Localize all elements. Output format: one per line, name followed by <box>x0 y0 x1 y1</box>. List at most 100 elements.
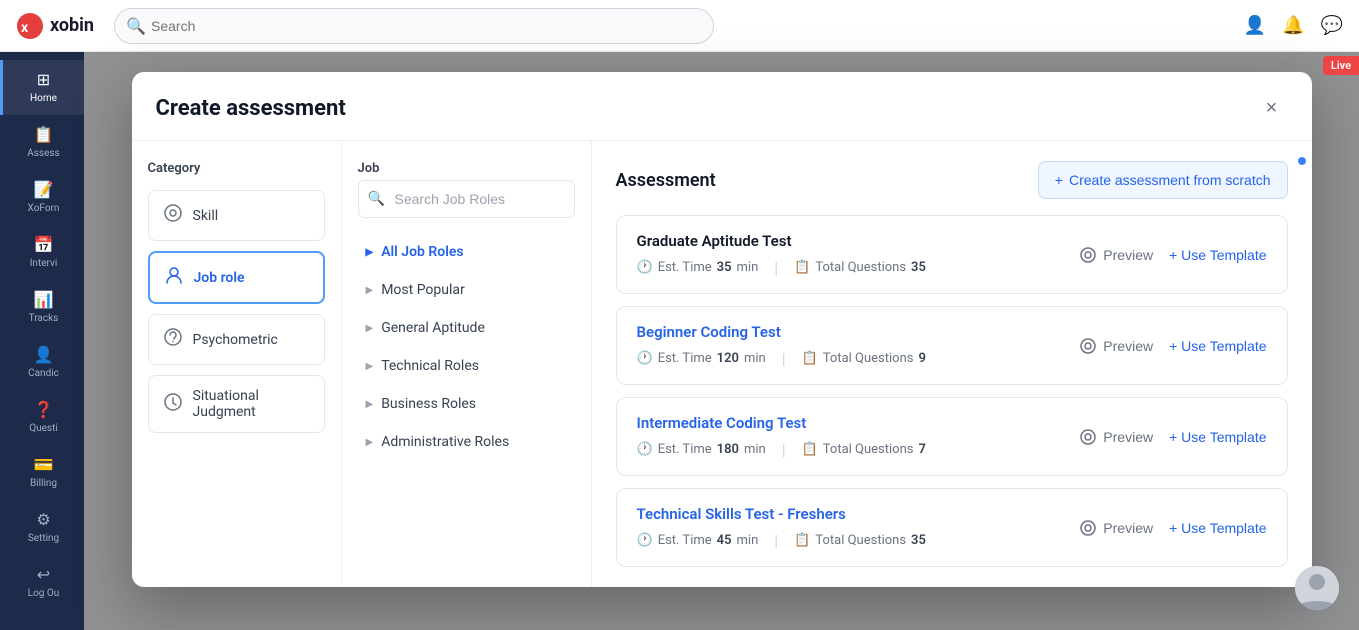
category-skill[interactable]: Skill <box>148 190 325 241</box>
questions-icon: 📋 <box>794 260 810 275</box>
questions-value-beginner: 9 <box>918 351 925 366</box>
chat-icon[interactable]: 💬 <box>1321 15 1343 36</box>
setting-icon: ⚙ <box>36 510 50 529</box>
sidebar-label-questi: Questi <box>29 423 58 435</box>
sidebar-item-xoform[interactable]: 📝 XoForn <box>0 170 84 225</box>
sidebar-item-questi[interactable]: ❓ Questi <box>0 390 84 445</box>
questions-icon-freshers: 📋 <box>794 533 810 548</box>
preview-icon-freshers <box>1079 519 1097 537</box>
situational-icon <box>163 392 183 417</box>
preview-icon <box>1079 246 1097 264</box>
sidebar-item-setting[interactable]: ⚙ Setting <box>0 500 84 555</box>
use-template-button-intermediate[interactable]: + Use Template <box>1169 429 1266 445</box>
questions-icon-beginner: 📋 <box>802 351 818 366</box>
meta-questions-beginner: 📋 Total Questions 9 <box>802 351 926 366</box>
job-item-technical[interactable]: ▶ Technical Roles <box>358 348 575 384</box>
job-search[interactable]: 🔍 <box>358 180 575 218</box>
job-item-popular[interactable]: ▶ Most Popular <box>358 272 575 308</box>
time-unit-freshers: min <box>737 533 759 548</box>
sidebar-label-billing: Billing <box>30 478 57 490</box>
questi-icon: ❓ <box>34 400 54 419</box>
meta-questions-graduate: 📋 Total Questions 35 <box>794 260 926 275</box>
modal-header: Create assessment × <box>132 72 1312 141</box>
use-template-button-graduate[interactable]: + Use Template <box>1169 247 1266 263</box>
psychometric-label: Psychometric <box>193 332 278 348</box>
preview-button-intermediate[interactable]: Preview <box>1079 428 1153 446</box>
create-from-scratch-button[interactable]: + Create assessment from scratch <box>1038 161 1288 199</box>
sidebar-label-assess: Assess <box>27 148 59 160</box>
category-psychometric[interactable]: Psychometric <box>148 314 325 365</box>
modal-title: Create assessment <box>156 96 346 121</box>
clock-icon: 🕐 <box>637 260 653 275</box>
app-logo: x xobin <box>16 12 94 40</box>
time-unit-beginner: min <box>744 351 766 366</box>
assessment-card-beginner: Beginner Coding Test 🕐 Est. Time 120 min… <box>616 306 1288 385</box>
card-name-intermediate: Intermediate Coding Test <box>637 414 1080 432</box>
preview-button-freshers[interactable]: Preview <box>1079 519 1153 537</box>
modal-body: Category Skill <box>132 141 1312 587</box>
job-item-aptitude[interactable]: ▶ General Aptitude <box>358 310 575 346</box>
assessment-card-intermediate: Intermediate Coding Test 🕐 Est. Time 180… <box>616 397 1288 476</box>
modal-close-button[interactable]: × <box>1256 92 1288 124</box>
billing-icon: 💳 <box>34 455 54 474</box>
use-template-button-freshers[interactable]: + Use Template <box>1169 520 1266 536</box>
category-situational[interactable]: Situational Judgment <box>148 375 325 433</box>
job-item-business-label: Business Roles <box>381 396 476 412</box>
assessment-header: Assessment + Create assessment from scra… <box>616 161 1288 199</box>
card-actions-graduate: Preview + Use Template <box>1079 246 1266 264</box>
sidebar-label-candic: Candic <box>28 368 59 380</box>
sidebar-item-tracks[interactable]: 📊 Tracks <box>0 280 84 335</box>
user-icon[interactable]: 👤 <box>1244 15 1266 36</box>
questions-value-intermediate: 7 <box>918 442 925 457</box>
time-unit-intermediate: min <box>744 442 766 457</box>
category-label: Category <box>148 161 325 176</box>
tracks-icon: 📊 <box>34 290 54 309</box>
meta-questions-freshers: 📋 Total Questions 35 <box>794 533 926 548</box>
job-item-admin-label: Administrative Roles <box>381 434 509 450</box>
card-info-intermediate: Intermediate Coding Test 🕐 Est. Time 180… <box>637 414 1080 459</box>
questions-value-freshers: 35 <box>911 533 926 548</box>
search-input[interactable] <box>114 8 714 44</box>
skill-icon <box>163 203 183 228</box>
sidebar-item-assess[interactable]: 📋 Assess <box>0 115 84 170</box>
preview-button-graduate[interactable]: Preview <box>1079 246 1153 264</box>
time-value-intermediate: 180 <box>717 442 739 457</box>
job-item-admin[interactable]: ▶ Administrative Roles <box>358 424 575 460</box>
divider-graduate: | <box>774 258 778 277</box>
sidebar-item-intervi[interactable]: 📅 Intervi <box>0 225 84 280</box>
skill-label: Skill <box>193 208 219 224</box>
user-avatar[interactable] <box>1295 566 1339 610</box>
preview-button-beginner[interactable]: Preview <box>1079 337 1153 355</box>
candic-icon: 👤 <box>34 345 54 364</box>
live-badge: Live <box>1323 56 1359 75</box>
sidebar-label-xoform: XoForn <box>28 203 60 215</box>
chevron-business-icon: ▶ <box>366 399 374 410</box>
sidebar-item-billing[interactable]: 💳 Billing <box>0 445 84 500</box>
category-job-role[interactable]: Job role <box>148 251 325 304</box>
card-name-graduate: Graduate Aptitude Test <box>637 232 1080 250</box>
chevron-aptitude-icon: ▶ <box>366 323 374 334</box>
card-meta-freshers: 🕐 Est. Time 45 min | 📋 Total Questions 3 <box>637 531 1080 550</box>
job-item-popular-label: Most Popular <box>381 282 465 298</box>
sidebar-label-setting: Setting <box>28 533 59 545</box>
chevron-all-icon: ▶ <box>366 247 374 258</box>
job-item-business[interactable]: ▶ Business Roles <box>358 386 575 422</box>
bell-icon[interactable]: 🔔 <box>1282 15 1304 36</box>
sidebar-item-home[interactable]: ⊞ Home <box>0 60 84 115</box>
logout-icon: ↩ <box>37 565 50 584</box>
meta-questions-intermediate: 📋 Total Questions 7 <box>802 442 926 457</box>
search-bar[interactable]: 🔍 <box>114 8 714 44</box>
assessment-panel-title: Assessment <box>616 170 716 191</box>
card-info-beginner: Beginner Coding Test 🕐 Est. Time 120 min… <box>637 323 1080 368</box>
job-item-all[interactable]: ▶ All Job Roles <box>358 234 575 270</box>
use-template-button-beginner[interactable]: + Use Template <box>1169 338 1266 354</box>
job-search-input[interactable] <box>358 180 575 218</box>
meta-time-freshers: 🕐 Est. Time 45 min <box>637 533 759 548</box>
sidebar-item-candic[interactable]: 👤 Candic <box>0 335 84 390</box>
card-meta-intermediate: 🕐 Est. Time 180 min | 📋 Total Questions <box>637 440 1080 459</box>
assessment-panel: Assessment + Create assessment from scra… <box>592 141 1312 587</box>
job-item-all-label: All Job Roles <box>381 244 463 260</box>
nav-icons: 👤 🔔 💬 <box>1244 15 1343 36</box>
sidebar-item-logout[interactable]: ↩ Log Ou <box>0 555 84 610</box>
card-actions-intermediate: Preview + Use Template <box>1079 428 1266 446</box>
